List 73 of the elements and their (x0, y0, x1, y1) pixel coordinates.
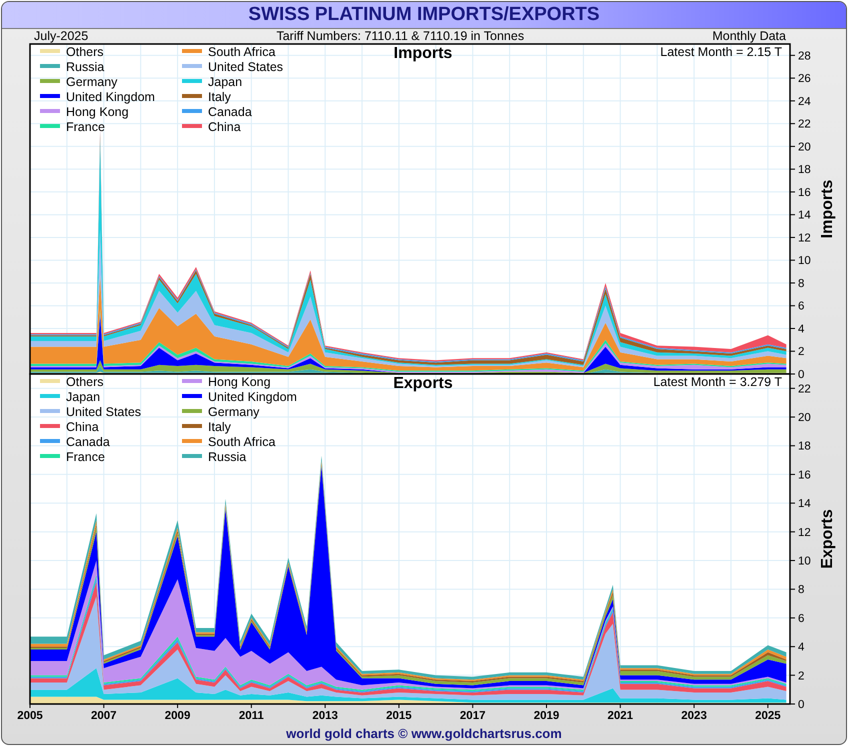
legend-label: United States (208, 60, 284, 74)
chart-title: SWISS PLATINUM IMPORTS/EXPORTS (248, 4, 600, 26)
x-tick-label: 2025 (755, 710, 781, 722)
legend-label: Canada (208, 105, 252, 119)
y-tick-label: 0 (798, 699, 804, 711)
x-tick-label: 2005 (17, 710, 43, 722)
x-tick-label: 2013 (312, 710, 338, 722)
y-tick-label: 4 (798, 323, 804, 336)
y-tick-label: 16 (798, 186, 811, 199)
legend-label: Italy (208, 420, 231, 434)
axis-title: Imports (819, 180, 836, 238)
y-tick-label: 6 (798, 612, 804, 625)
legend-label: China (66, 420, 99, 434)
y-tick-label: 24 (798, 96, 811, 108)
legend-label: France (66, 120, 105, 134)
x-tick-label: 2009 (164, 710, 190, 722)
tariff-label: Tariff Numbers: 7110.11 & 7110.19 in Tonnes (276, 29, 524, 44)
y-tick-label: 2 (798, 346, 804, 358)
y-tick-label: 10 (798, 556, 811, 568)
x-tick-label: 2023 (681, 710, 707, 722)
date-label: July-2025 (34, 29, 88, 44)
axis-title: Exports (819, 509, 836, 569)
legend-label: Russia (66, 60, 104, 74)
y-tick-label: 4 (798, 642, 804, 654)
legend-label: Italy (208, 90, 231, 104)
y-tick-label: 18 (798, 164, 811, 176)
y-tick-label: 26 (798, 73, 811, 86)
legend-label: France (66, 450, 105, 464)
legend-label: Hong Kong (66, 105, 129, 119)
footer-credit: world gold charts © www.goldchartsrus.com (286, 726, 562, 741)
legend-label: South Africa (208, 45, 276, 59)
legend-label: Hong Kong (208, 375, 271, 389)
y-tick-label: 16 (798, 469, 811, 482)
y-tick-label: 20 (798, 141, 811, 154)
y-tick-label: 28 (798, 50, 811, 62)
legend-label: Others (66, 375, 104, 389)
x-tick-label: 2019 (534, 710, 560, 722)
y-tick-label: 22 (798, 118, 811, 131)
y-tick-label: 22 (798, 383, 811, 396)
x-tick-label: 2017 (460, 710, 486, 722)
legend-label: Germany (66, 75, 118, 89)
latest-month-label: Latest Month = 3.279 T (653, 375, 782, 389)
chart-heading: Imports (394, 45, 452, 62)
y-tick-label: 14 (798, 210, 811, 222)
y-tick-label: 8 (798, 278, 804, 290)
y-tick-label: 6 (798, 300, 804, 313)
y-tick-label: 8 (798, 584, 804, 596)
legend-label: Japan (208, 75, 242, 89)
y-tick-label: 12 (798, 232, 811, 244)
y-tick-label: 12 (798, 526, 811, 539)
legend-label: Canada (66, 435, 110, 449)
legend-label: South Africa (208, 435, 276, 449)
y-tick-label: 10 (798, 255, 811, 268)
latest-month-label: Latest Month = 2.15 T (660, 45, 782, 59)
legend-label: United Kingdom (66, 90, 155, 104)
chart-heading: Exports (393, 375, 453, 392)
legend-label: United States (66, 405, 142, 419)
x-tick-label: 2011 (238, 710, 264, 722)
legend-label: Germany (208, 405, 260, 419)
frequency-label: Monthly Data (712, 29, 786, 44)
legend-label: Others (66, 45, 104, 59)
x-tick-label: 2015 (386, 710, 412, 722)
y-tick-label: 14 (798, 498, 811, 510)
x-tick-label: 2021 (608, 710, 634, 722)
y-tick-label: 20 (798, 412, 811, 424)
y-tick-label: 0 (798, 369, 804, 381)
legend-label: Russia (208, 450, 246, 464)
y-tick-label: 18 (798, 440, 811, 453)
x-tick-label: 2007 (91, 710, 117, 722)
y-tick-label: 2 (798, 670, 804, 682)
legend-label: United Kingdom (208, 390, 297, 404)
legend-label: China (208, 120, 241, 134)
legend-label: Japan (66, 390, 100, 404)
